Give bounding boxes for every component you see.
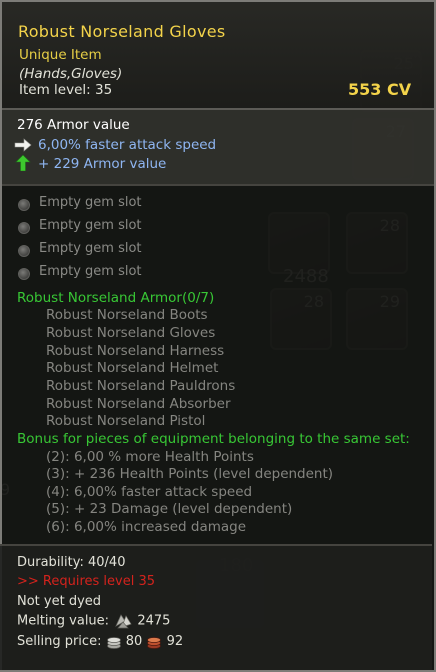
gem-slot-label: Empty gem slot	[39, 218, 142, 233]
item-rarity: Unique Item	[19, 47, 102, 63]
arrow-up-icon	[15, 155, 31, 171]
set-piece: Robust Norseland Pauldrons	[46, 378, 236, 394]
combat-value: 553 CV	[348, 80, 412, 99]
set-bonus-header: Bonus for pieces of equipment belonging …	[17, 431, 410, 447]
set-piece: Robust Norseland Pistol	[46, 413, 206, 429]
gem-slot-icon	[18, 268, 30, 280]
set-bonus: (2): 6,00 % more Health Points	[46, 449, 254, 465]
selling-silver: 80	[125, 634, 143, 649]
set-bonus: (5): + 23 Damage (level dependent)	[46, 501, 293, 517]
copper-coin-icon	[147, 636, 162, 649]
armor-value: 276 Armor value	[17, 117, 130, 133]
selling-label: Selling price:	[17, 634, 102, 649]
selling-gold: 92	[166, 634, 184, 649]
silver-coin-icon	[106, 636, 121, 649]
gem-slot-icon	[18, 199, 30, 211]
gem-slot-label: Empty gem slot	[39, 195, 142, 210]
melting-amount: 2475	[137, 613, 171, 629]
gem-slot[interactable]: Empty gem slot	[18, 264, 218, 282]
item-name: Robust Norseland Gloves	[18, 22, 226, 41]
set-bonus: (4): 6,00% faster attack speed	[46, 484, 253, 500]
item-level-label: Item level:	[19, 82, 91, 98]
gem-slot[interactable]: Empty gem slot	[18, 218, 218, 236]
set-piece: Robust Norseland Harness	[46, 343, 225, 359]
set-bonus: (3): + 236 Health Points (level dependen…	[46, 466, 334, 482]
gem-slot[interactable]: Empty gem slot	[18, 241, 218, 259]
item-type: (Hands,Gloves)	[19, 66, 123, 82]
gem-slot-icon	[18, 245, 30, 257]
item-level-value: 35	[94, 82, 113, 98]
set-name: Robust Norseland Armor(0/7)	[17, 290, 215, 306]
set-bonus: (6): 6,00% increased damage	[46, 519, 247, 535]
set-piece: Robust Norseland Gloves	[46, 325, 216, 341]
arrow-right-icon	[14, 138, 32, 152]
melting-label: Melting value:	[17, 613, 110, 629]
set-piece: Robust Norseland Helmet	[46, 360, 219, 376]
gem-slot-icon	[18, 222, 30, 234]
durability: Durability: 40/40	[17, 555, 126, 570]
set-piece: Robust Norseland Boots	[46, 307, 208, 323]
bonus-attack-speed: 6,00% faster attack speed	[38, 137, 217, 153]
shards-icon	[115, 614, 132, 629]
set-piece: Robust Norseland Absorber	[46, 396, 231, 412]
gem-slot[interactable]: Empty gem slot	[18, 195, 218, 213]
gem-slot-label: Empty gem slot	[39, 241, 142, 256]
selling-price: Selling price: 80 92	[17, 634, 183, 649]
melting-value: Melting value: 2475	[17, 612, 170, 630]
level-requirement: >> Requires level 35	[17, 574, 156, 589]
tooltip-header: Robust Norseland Gloves Unique Item (Han…	[2, 2, 434, 110]
bonus-armor: + 229 Armor value	[38, 156, 167, 172]
gem-slot-label: Empty gem slot	[39, 264, 142, 279]
dye-status: Not yet dyed	[17, 594, 102, 609]
item-level: Item level: 35	[19, 82, 112, 98]
